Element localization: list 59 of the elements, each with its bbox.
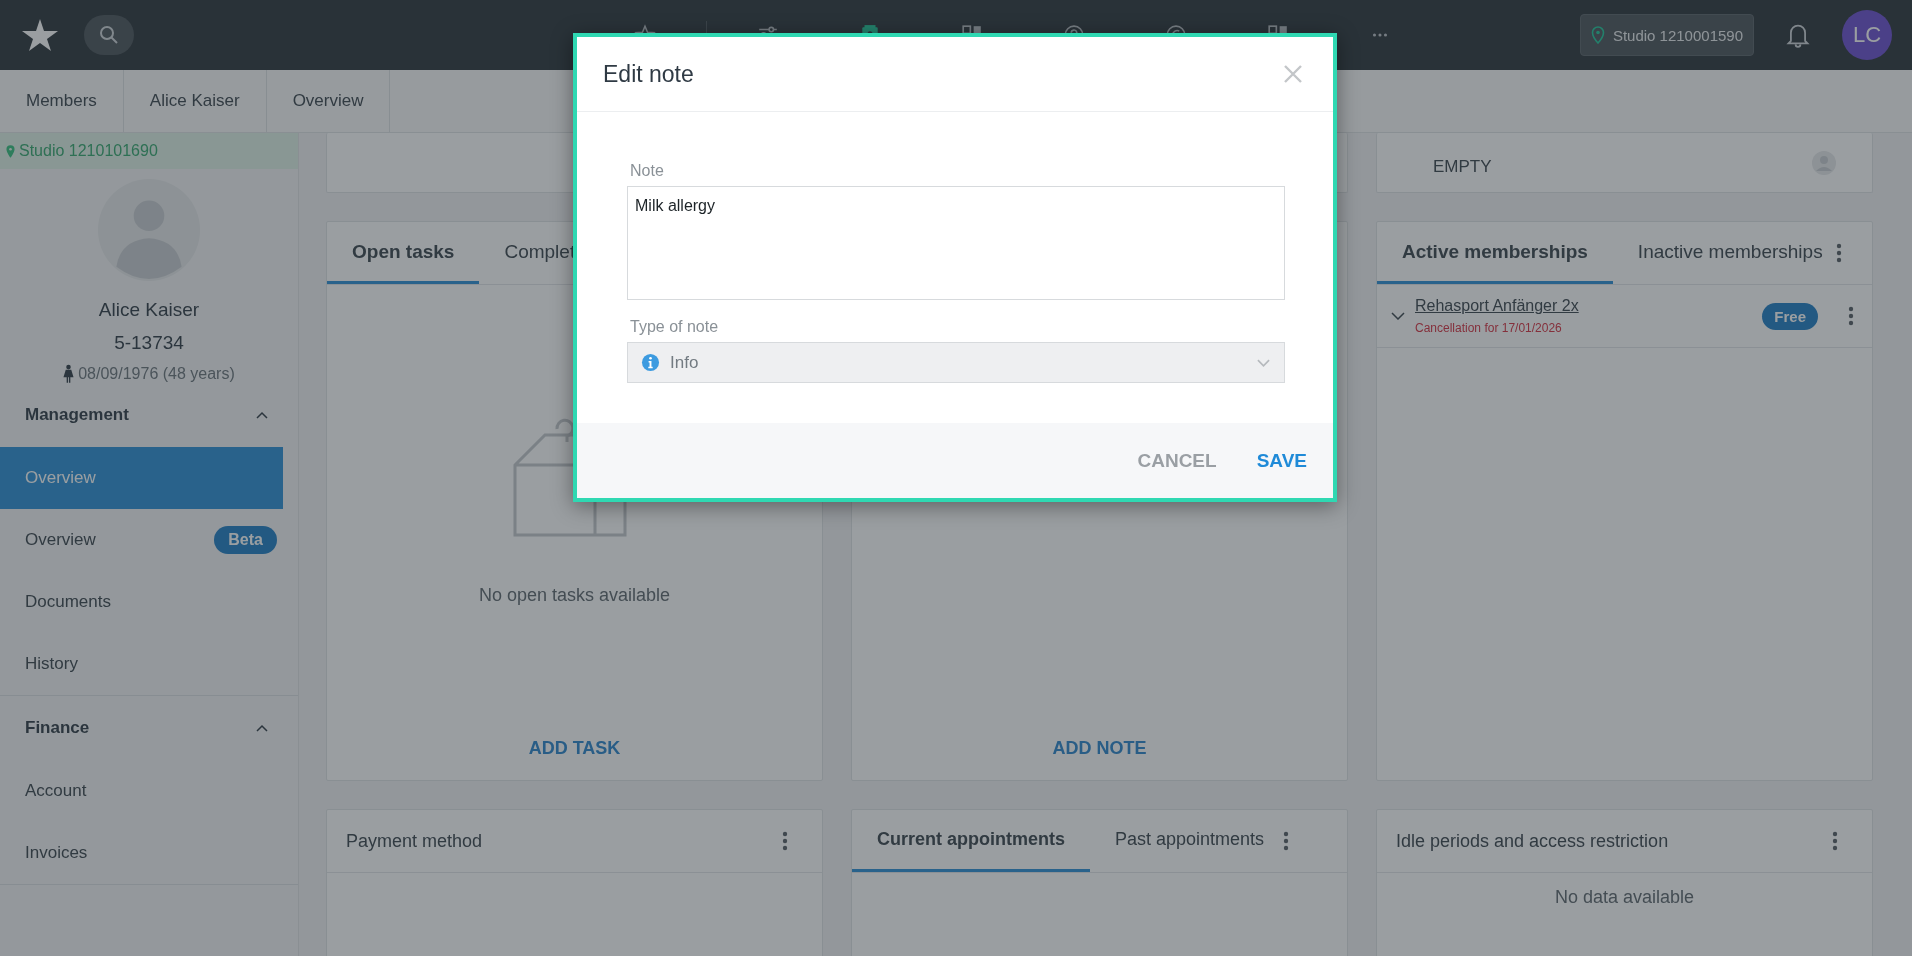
free-badge: Free	[1762, 302, 1818, 330]
sidebar-item[interactable]: Account	[0, 760, 283, 822]
section-header[interactable]: Finance	[0, 696, 298, 760]
birth-date: 08/09/1976 (48 years)	[78, 364, 235, 383]
chevron-down-icon[interactable]	[1391, 312, 1405, 320]
female-icon	[63, 364, 75, 383]
card-title: Payment method	[346, 830, 483, 852]
item-label: Overview	[25, 530, 96, 550]
save-button[interactable]: SAVE	[1250, 441, 1313, 480]
user-avatar[interactable]: LC	[1842, 10, 1892, 60]
tab[interactable]: Current appointments	[852, 810, 1090, 872]
empty-message: No open tasks available	[478, 585, 671, 606]
add-note-button[interactable]: ADD NOTE	[1046, 737, 1153, 760]
info-value: EMPTY	[1433, 155, 1492, 177]
tab[interactable]: Active memberships	[1377, 222, 1613, 284]
search-icon	[99, 25, 119, 45]
breadcrumb-link[interactable]: Overview	[266, 70, 391, 132]
sidebar-item[interactable]: Invoices	[0, 822, 283, 884]
empty-message: No data available	[1553, 887, 1696, 908]
sidebar-item[interactable]: Overview	[0, 447, 283, 509]
breadcrumb-link[interactable]: Members	[0, 70, 124, 132]
add-task-button[interactable]: ADD TASK	[522, 737, 627, 760]
more-options-icon[interactable]	[1848, 306, 1854, 326]
search-button[interactable]	[84, 15, 134, 55]
tab[interactable]: Open tasks	[327, 222, 480, 284]
caret-icon	[256, 411, 268, 419]
info-icon	[641, 353, 660, 372]
location-pin-icon	[6, 144, 15, 158]
studio-name: Studio 1210101690	[19, 142, 158, 160]
sidebar-item[interactable]: History	[0, 633, 283, 695]
studio-selector[interactable]: Studio 1210001590	[1579, 14, 1754, 56]
field-label: Type of note	[630, 318, 720, 336]
star-logo-icon[interactable]	[20, 17, 60, 53]
tab[interactable]: Complet	[479, 222, 601, 284]
section-header[interactable]: Management	[0, 383, 298, 447]
breadcrumb-link[interactable]: Alice Kaiser	[123, 70, 267, 132]
beta-badge: Beta	[214, 526, 277, 554]
bell-icon[interactable]	[1786, 22, 1810, 48]
more-options-icon[interactable]	[1283, 831, 1290, 851]
user-avatar-icon	[1812, 150, 1836, 175]
field-label: Note	[630, 162, 665, 180]
sidebar-item[interactable]: Overview Beta	[0, 509, 283, 571]
caret-icon	[256, 724, 268, 732]
membership-link[interactable]: Rehasport Anfänger 2x	[1415, 297, 1753, 315]
cancel-button[interactable]: CANCEL	[1131, 441, 1223, 480]
cancellation-note: Cancellation for 17/01/2026	[1415, 321, 1563, 335]
tab[interactable]: Inactive memberships	[1612, 222, 1848, 284]
card-title: Idle periods and access restriction	[1396, 830, 1669, 852]
sidebar-item[interactable]: Documents	[0, 571, 283, 633]
member-number: 5-13734	[114, 332, 184, 354]
dialog-title: Edit note	[603, 60, 694, 88]
more-options-icon[interactable]	[782, 831, 788, 851]
more-options-icon[interactable]	[1835, 243, 1842, 263]
more-options-icon[interactable]	[1832, 831, 1838, 851]
member-name: Alice Kaiser	[98, 299, 200, 321]
location-pin-icon	[1590, 26, 1605, 44]
chevron-down-icon	[1257, 358, 1270, 367]
tab[interactable]: Past appointments	[1090, 810, 1290, 872]
note-textarea[interactable]: Milk allergy	[627, 186, 1285, 300]
